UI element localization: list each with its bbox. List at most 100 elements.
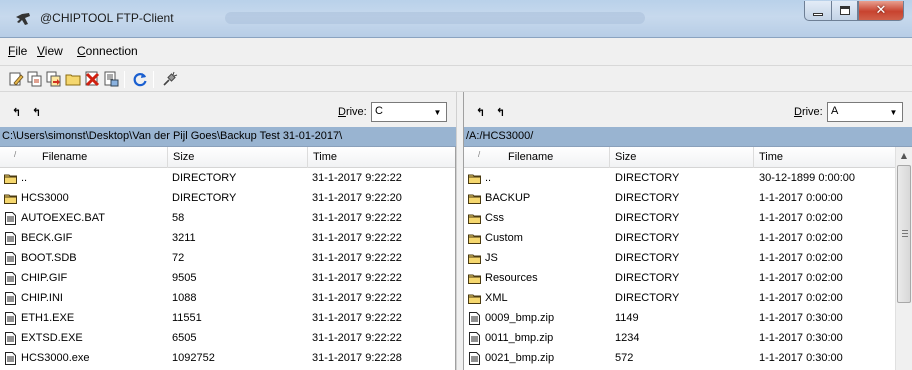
file-row[interactable]: EXTSD.EXE 6505 31-1-2017 9:22:22 — [0, 329, 455, 349]
row-time: 1-1-2017 0:02:00 — [759, 252, 843, 264]
folder-row[interactable]: JS DIRECTORY 1-1-2017 0:02:00 — [464, 249, 912, 269]
left-drive-select[interactable]: C ▼ — [371, 102, 447, 122]
right-vertical-scrollbar[interactable]: ▲ — [895, 147, 912, 370]
file-row[interactable]: AUTOEXEC.BAT 58 31-1-2017 9:22:22 — [0, 209, 455, 229]
file-row[interactable]: CHIP.INI 1088 31-1-2017 9:22:22 — [0, 289, 455, 309]
row-filename: 0021_bmp.zip — [485, 352, 555, 364]
scroll-up-icon[interactable]: ▲ — [896, 147, 912, 164]
right-back-icon[interactable]: ↰ — [476, 106, 485, 119]
minimize-button[interactable] — [804, 1, 831, 21]
folder-row[interactable]: HCS3000 DIRECTORY 31-1-2017 9:22:20 — [0, 189, 455, 209]
row-time: 1-1-2017 0:02:00 — [759, 272, 843, 284]
folder-row[interactable]: Css DIRECTORY 1-1-2017 0:02:00 — [464, 209, 912, 229]
file-icon — [469, 312, 480, 325]
close-button[interactable]: ✕ — [858, 1, 904, 21]
row-filename: JS — [485, 252, 498, 264]
local-file-list[interactable]: / Filename Size Time .. DIRECTORY 31-1-201… — [0, 147, 456, 370]
left-col-filename[interactable]: / Filename — [0, 147, 168, 168]
row-size: 1088 — [172, 292, 197, 304]
folder-icon — [468, 194, 481, 204]
file-row[interactable]: 0009_bmp.zip 1149 1-1-2017 0:30:00 — [464, 309, 912, 329]
row-size: DIRECTORY — [615, 212, 680, 224]
folder-row[interactable]: .. DIRECTORY 31-1-2017 9:22:22 — [0, 169, 455, 189]
menu-connection[interactable]: Connection — [77, 44, 138, 58]
row-filename: EXTSD.EXE — [21, 332, 83, 344]
left-up-icon[interactable]: ↰ — [32, 106, 41, 119]
row-time: 1-1-2017 0:30:00 — [759, 332, 843, 344]
file-row[interactable]: 0011_bmp.zip 1234 1-1-2017 0:30:00 — [464, 329, 912, 349]
refresh-icon[interactable] — [132, 71, 148, 87]
folder-row[interactable]: XML DIRECTORY 1-1-2017 0:02:00 — [464, 289, 912, 309]
right-col-time[interactable]: Time — [754, 147, 895, 168]
left-col-time[interactable]: Time — [308, 147, 455, 168]
row-time: 31-1-2017 9:22:28 — [312, 352, 402, 364]
left-back-icon[interactable]: ↰ — [12, 106, 21, 119]
file-icon — [469, 332, 480, 345]
toolbar — [0, 66, 912, 92]
file-row[interactable]: 0021_bmp.zip 572 1-1-2017 0:30:00 — [464, 349, 912, 369]
menu-file[interactable]: File — [8, 44, 27, 58]
folder-row[interactable]: BACKUP DIRECTORY 1-1-2017 0:00:00 — [464, 189, 912, 209]
disconnect-icon[interactable] — [162, 71, 178, 87]
right-col-filename[interactable]: / Filename — [464, 147, 610, 168]
file-row[interactable]: ETH1.EXE 11551 31-1-2017 9:22:22 — [0, 309, 455, 329]
new-folder-icon[interactable] — [65, 71, 81, 87]
row-time: 30-12-1899 0:00:00 — [759, 172, 856, 184]
app-logo-icon — [16, 13, 30, 25]
folder-icon — [468, 274, 481, 284]
row-size: 72 — [172, 252, 185, 264]
properties-icon[interactable] — [103, 71, 119, 87]
left-path-bar: C:\Users\simonst\Desktop\Van der Pijl Go… — [0, 127, 456, 147]
delete-icon[interactable] — [84, 71, 100, 87]
left-col-size[interactable]: Size — [168, 147, 308, 168]
panel-splitter[interactable] — [456, 92, 464, 370]
row-size: DIRECTORY — [615, 172, 680, 184]
row-filename: AUTOEXEC.BAT — [21, 212, 105, 224]
row-size: DIRECTORY — [615, 192, 680, 204]
edit-icon[interactable] — [8, 71, 24, 87]
row-filename: CHIP.INI — [21, 292, 63, 304]
scrollbar-thumb[interactable] — [897, 165, 911, 303]
folder-row[interactable]: .. DIRECTORY 30-12-1899 0:00:00 — [464, 169, 912, 189]
file-row[interactable]: HCS3000.exe 1092752 31-1-2017 9:22:28 — [0, 349, 455, 369]
row-filename: BOOT.SDB — [21, 252, 77, 264]
toolbar-separator — [153, 71, 154, 88]
right-drive-select[interactable]: A ▼ — [827, 102, 903, 122]
copy-icon[interactable] — [27, 71, 43, 87]
menu-file-rest: ile — [15, 44, 28, 58]
row-time: 1-1-2017 0:30:00 — [759, 352, 843, 364]
sort-indicator-icon: / — [478, 150, 481, 159]
row-filename: CHIP.GIF — [21, 272, 68, 284]
left-drive-rest: rive: — [345, 106, 367, 118]
menu-view[interactable]: View — [37, 44, 63, 58]
row-time: 1-1-2017 0:00:00 — [759, 192, 843, 204]
menu-view-rest: iew — [44, 44, 63, 58]
move-icon[interactable] — [46, 71, 62, 87]
file-row[interactable]: CHIP.GIF 9505 31-1-2017 9:22:22 — [0, 269, 455, 289]
row-size: 1234 — [615, 332, 640, 344]
row-time: 31-1-2017 9:22:22 — [312, 212, 402, 224]
right-drive-rest: rive: — [801, 106, 823, 118]
remote-file-list[interactable]: / Filename Size Time .. DIRECTORY 30-12-18… — [464, 147, 912, 370]
row-time: 1-1-2017 0:02:00 — [759, 232, 843, 244]
right-up-icon[interactable]: ↰ — [496, 106, 505, 119]
chevron-down-icon[interactable]: ▼ — [885, 103, 902, 121]
file-row[interactable]: BECK.GIF 3211 31-1-2017 9:22:22 — [0, 229, 455, 249]
file-row[interactable]: BOOT.SDB 72 31-1-2017 9:22:22 — [0, 249, 455, 269]
sort-indicator-icon: / — [14, 150, 17, 159]
menu-view-accel: V — [37, 44, 45, 58]
folder-icon — [468, 234, 481, 244]
folder-row[interactable]: Custom DIRECTORY 1-1-2017 0:02:00 — [464, 229, 912, 249]
chevron-down-icon[interactable]: ▼ — [429, 103, 446, 121]
row-time: 31-1-2017 9:22:22 — [312, 292, 402, 304]
file-icon — [5, 252, 16, 265]
right-col-size[interactable]: Size — [610, 147, 754, 168]
title-bar[interactable]: @CHIPTOOL FTP-Client ✕ — [0, 0, 912, 38]
row-size: 11551 — [172, 312, 202, 324]
row-size: 58 — [172, 212, 185, 224]
left-col-filename-label: Filename — [42, 151, 88, 163]
maximize-button[interactable] — [831, 1, 858, 21]
row-size: DIRECTORY — [615, 232, 680, 244]
row-size: DIRECTORY — [172, 172, 237, 184]
folder-row[interactable]: Resources DIRECTORY 1-1-2017 0:02:00 — [464, 269, 912, 289]
